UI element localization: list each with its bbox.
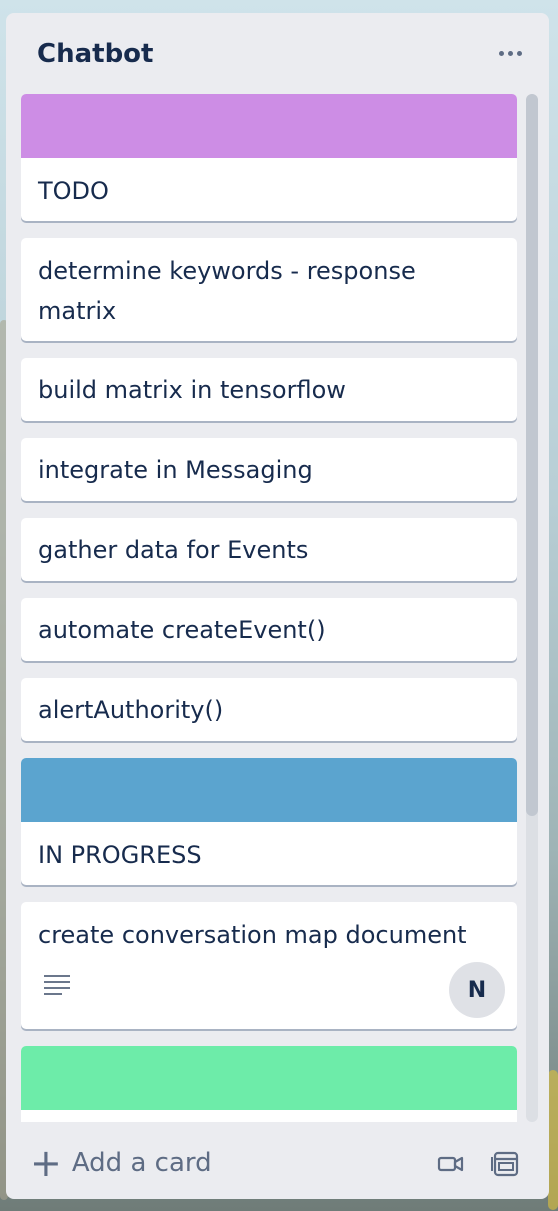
card-title: automate createEvent(): [38, 616, 326, 644]
card-title: create conversation map document: [38, 921, 467, 949]
add-card-button[interactable]: + Add a card: [30, 1139, 212, 1187]
list-card[interactable]: gather data for Events: [21, 518, 517, 581]
list-header: Chatbot: [6, 13, 549, 93]
card-title: IN PROGRESS: [38, 841, 202, 869]
list-column: Chatbot TODO determine keywords - respon…: [6, 13, 549, 1199]
card-title: alertAuthority(): [38, 696, 224, 724]
list-card[interactable]: [21, 1046, 517, 1122]
member-avatar[interactable]: N: [449, 962, 505, 1018]
add-card-label: Add a card: [71, 1148, 212, 1178]
video-icon[interactable]: [434, 1147, 468, 1181]
list-card[interactable]: alertAuthority(): [21, 678, 517, 741]
card-title: build matrix in tensorflow: [38, 376, 346, 404]
card-cover: [21, 1046, 517, 1110]
card-cover: [21, 758, 517, 822]
ellipsis-icon[interactable]: [490, 39, 530, 67]
card-title: TODO: [38, 177, 109, 205]
list-card[interactable]: build matrix in tensorflow: [21, 358, 517, 421]
list-card[interactable]: create conversation map document N: [21, 902, 517, 1029]
description-icon: [44, 975, 70, 995]
plus-icon: +: [30, 1141, 62, 1185]
list-card[interactable]: IN PROGRESS: [21, 758, 517, 885]
card-list: TODO determine keywords - response matri…: [21, 94, 517, 1122]
list-title[interactable]: Chatbot: [37, 39, 153, 69]
card-template-icon[interactable]: [490, 1147, 524, 1181]
card-title: integrate in Messaging: [38, 456, 313, 484]
card-title: gather data for Events: [38, 536, 309, 564]
list-card[interactable]: integrate in Messaging: [21, 438, 517, 501]
list-card[interactable]: automate createEvent(): [21, 598, 517, 661]
list-card[interactable]: TODO: [21, 94, 517, 221]
scrollbar-track[interactable]: [526, 94, 538, 1122]
list-card[interactable]: determine keywords - response matrix: [21, 238, 517, 341]
background-decoration: [548, 1070, 558, 1210]
list-footer: + Add a card: [6, 1121, 549, 1199]
card-cover: [21, 94, 517, 158]
scrollbar-thumb[interactable]: [526, 94, 538, 816]
card-title: determine keywords - response matrix: [38, 257, 416, 325]
